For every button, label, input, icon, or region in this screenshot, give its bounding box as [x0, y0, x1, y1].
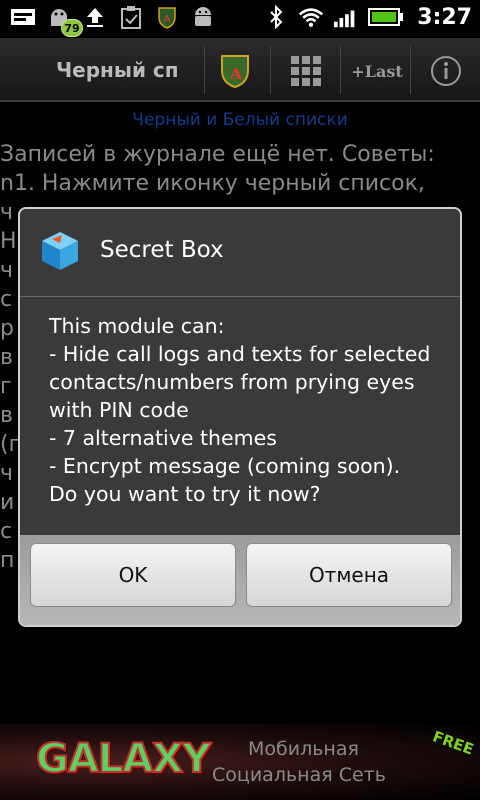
- upload-icon: [82, 4, 108, 30]
- clock: 3:27: [417, 4, 472, 30]
- clipboard-check-icon: [118, 4, 144, 30]
- cancel-button[interactable]: Отмена: [246, 543, 452, 607]
- divider: [340, 46, 341, 94]
- battery-icon: [368, 4, 404, 30]
- add-last-button[interactable]: +Last: [351, 52, 403, 90]
- notification-count-badge: 79: [61, 19, 83, 37]
- message-icon: [10, 4, 36, 30]
- grid-icon: [291, 56, 321, 86]
- ad-banner[interactable]: GALAXY Мобильная Социальная Сеть FREE: [0, 724, 480, 800]
- banner-line-2: Социальная Сеть: [212, 764, 386, 786]
- hint-line: n1. Нажмите иконку черный список,: [0, 171, 425, 196]
- divider: [270, 46, 271, 94]
- status-bar: A 79 3:27: [0, 0, 480, 38]
- divider: [410, 46, 411, 94]
- action-bar: Черный сп A +Last: [0, 38, 480, 102]
- hint-line: Записей в журнале ещё нет. Советы:: [0, 142, 435, 167]
- grid-menu-button[interactable]: [286, 52, 326, 90]
- dialog-title: Secret Box: [100, 237, 224, 263]
- shield-icon: A: [221, 55, 249, 89]
- free-label: FREE: [429, 727, 476, 759]
- svg-text:A: A: [229, 65, 242, 83]
- dialog-message: This module can: - Hide call logs and te…: [49, 314, 431, 506]
- list-subheader: Черный и Белый списки: [132, 110, 348, 130]
- add-last-label: +Last: [351, 61, 403, 81]
- secret-box-cube-icon: [42, 232, 78, 270]
- wifi-icon: [298, 4, 324, 30]
- shield-app-icon: A: [154, 4, 180, 30]
- android-robot-icon: [190, 4, 216, 30]
- galaxy-logo: GALAXY: [35, 735, 212, 783]
- app-title: Черный сп: [56, 58, 179, 82]
- info-button[interactable]: [426, 52, 466, 90]
- svg-text:A: A: [164, 14, 171, 25]
- dialog-header: Secret Box: [20, 209, 460, 297]
- banner-line-1: Мобильная: [248, 738, 359, 760]
- ok-button[interactable]: OK: [30, 543, 236, 607]
- signal-strength-icon: [333, 4, 359, 30]
- info-icon: [431, 56, 461, 86]
- blacklist-shield-button[interactable]: A: [215, 52, 255, 90]
- bluetooth-icon: [263, 4, 289, 30]
- secret-box-dialog: Secret Box This module can: - Hide call …: [18, 207, 462, 627]
- divider: [204, 46, 205, 94]
- dialog-button-bar: OK Отмена: [20, 535, 460, 625]
